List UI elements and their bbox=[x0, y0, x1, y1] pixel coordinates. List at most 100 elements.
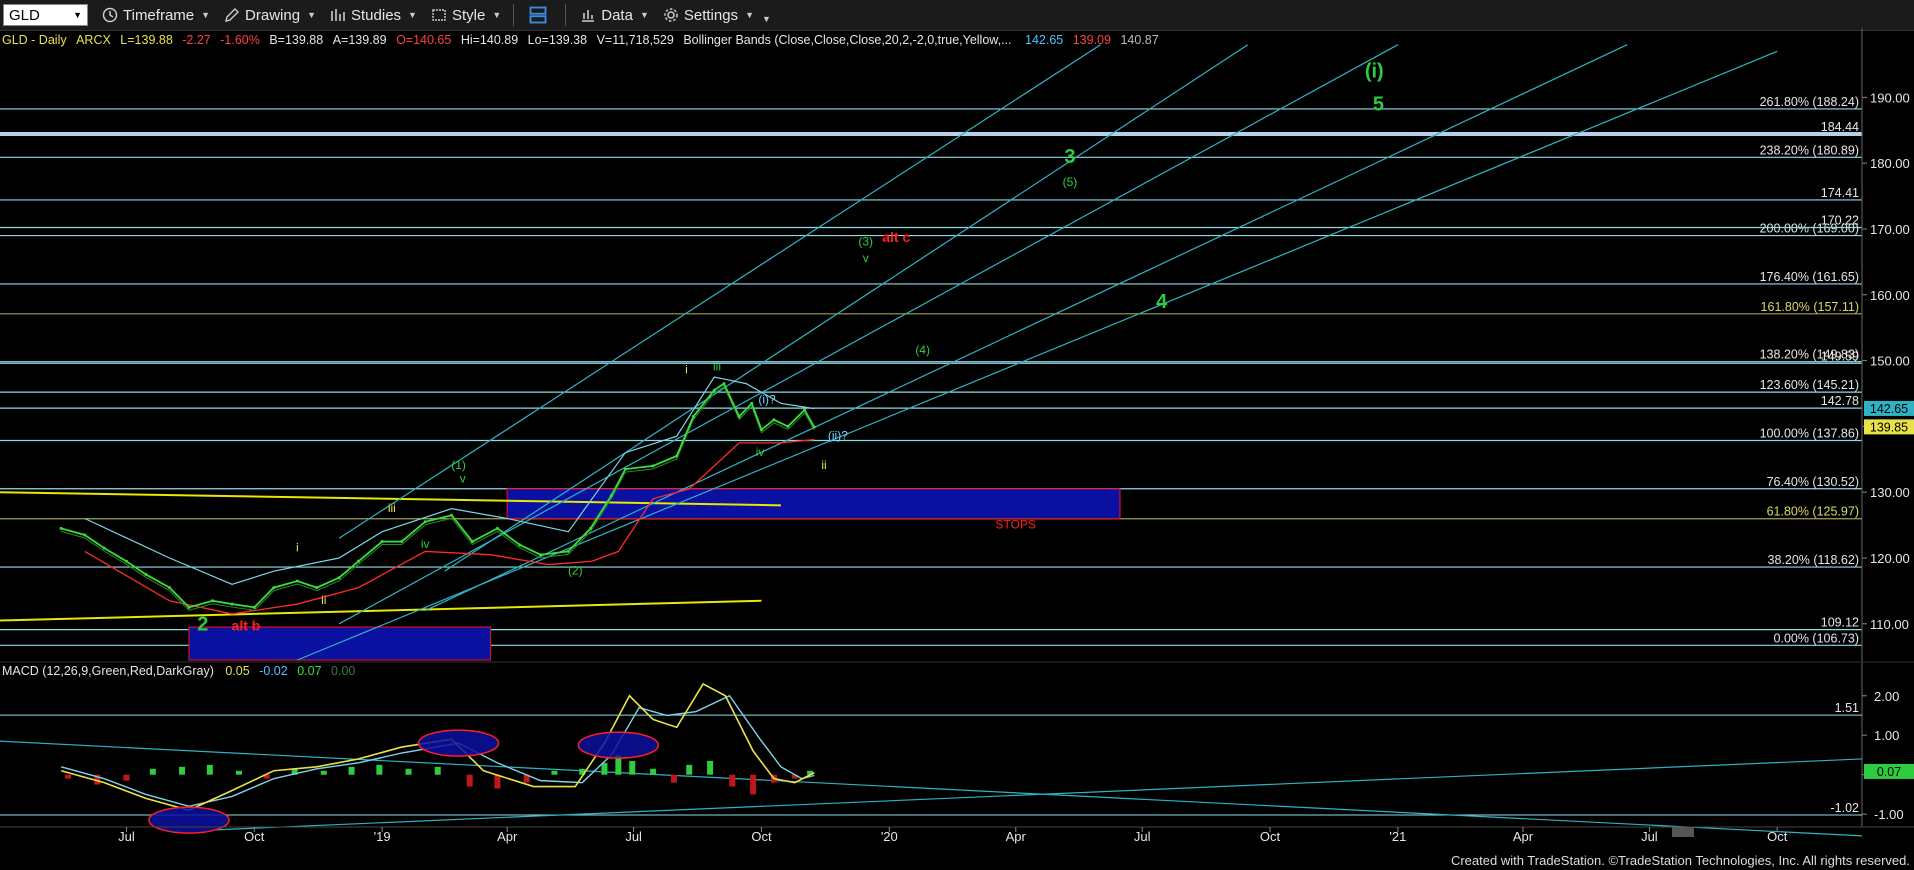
price-point bbox=[691, 415, 695, 419]
wave-label: alt b bbox=[232, 617, 261, 633]
chart-canvas[interactable]: 261.80% (188.24)238.20% (180.89)200.00% … bbox=[0, 0, 1914, 870]
wave-label: alt c bbox=[882, 229, 910, 245]
wave-label: v bbox=[863, 251, 869, 265]
x-tick-label: '21 bbox=[1389, 829, 1406, 844]
price-point bbox=[623, 467, 627, 471]
wave-label: iii bbox=[388, 501, 396, 515]
macd-histogram-bar bbox=[601, 762, 608, 775]
price-point bbox=[380, 540, 384, 544]
macd-histogram-bar bbox=[236, 770, 243, 775]
macd-trend-line bbox=[212, 758, 1863, 831]
y-tick-label: 120.00 bbox=[1870, 551, 1910, 566]
copyright-footer: Created with TradeStation. ©TradeStation… bbox=[1450, 853, 1910, 868]
price-point bbox=[59, 526, 63, 530]
macd-current-label: 0.07 bbox=[1877, 765, 1901, 779]
wave-label: STOPS bbox=[996, 517, 1036, 531]
wave-label: i bbox=[296, 540, 299, 554]
x-tick-label: Jul bbox=[1641, 829, 1658, 844]
price-point bbox=[759, 428, 763, 432]
price-point bbox=[518, 543, 522, 547]
wave-label: (1) bbox=[451, 458, 466, 472]
price-point bbox=[470, 540, 474, 544]
x-tick-label: Oct bbox=[751, 829, 772, 844]
fib-level-label: 38.20% (118.62) bbox=[1768, 553, 1860, 567]
bollinger-lower-line bbox=[84, 438, 815, 615]
price-point bbox=[187, 605, 191, 609]
price-point bbox=[539, 553, 543, 557]
fib-level-label: 176.40% (161.65) bbox=[1760, 270, 1859, 284]
macd-histogram-bar bbox=[65, 774, 72, 779]
price-level-label: 142.78 bbox=[1821, 394, 1859, 408]
wave-label: 4 bbox=[1156, 291, 1168, 313]
price-point bbox=[589, 526, 593, 530]
price-point bbox=[772, 418, 776, 422]
macd-histogram-bar bbox=[466, 774, 473, 787]
x-tick-label: '19 bbox=[374, 829, 391, 844]
macd-histogram-bar bbox=[629, 760, 636, 775]
macd-histogram-bar bbox=[729, 774, 736, 787]
price-point bbox=[812, 425, 816, 429]
macd-highlight-ellipse bbox=[577, 731, 660, 759]
wave-label: ii bbox=[821, 458, 826, 472]
wave-label: 5 bbox=[1373, 94, 1384, 116]
macd-histogram-bar bbox=[320, 770, 327, 775]
x-tick-label: Jul bbox=[1134, 829, 1151, 844]
price-point bbox=[272, 586, 276, 590]
macd-histogram-bar bbox=[750, 774, 757, 795]
wave-label: (5) bbox=[1063, 175, 1078, 189]
price-point bbox=[566, 549, 570, 553]
fib-level-label: 261.80% (188.24) bbox=[1760, 95, 1859, 109]
y-tick-label: 180.00 bbox=[1870, 156, 1910, 171]
wave-label: iv bbox=[421, 537, 430, 551]
price-point bbox=[315, 586, 319, 590]
macd-histogram-bar bbox=[650, 768, 657, 775]
wave-label: iv bbox=[756, 445, 765, 459]
scroll-thumb bbox=[1672, 827, 1694, 837]
y-tick-label: 190.00 bbox=[1870, 90, 1910, 105]
macd-histogram-bar bbox=[434, 766, 441, 775]
fib-level-label: 161.80% (157.11) bbox=[1761, 300, 1859, 314]
macd-tick-label: -1.00 bbox=[1874, 807, 1904, 822]
price-level-label: 109.12 bbox=[1821, 616, 1859, 630]
macd-histogram-bar bbox=[179, 766, 186, 775]
macd-histogram-bar bbox=[405, 768, 412, 775]
wave-label: ii bbox=[321, 593, 326, 607]
channel-line bbox=[297, 50, 1778, 661]
macd-highlight-ellipse bbox=[417, 729, 500, 757]
macd-level-label: -1.02 bbox=[1831, 801, 1860, 815]
wave-label: i bbox=[685, 363, 688, 377]
macd-histogram-bar bbox=[206, 764, 213, 775]
y-tick-label: 170.00 bbox=[1870, 222, 1910, 237]
price-point bbox=[722, 382, 726, 386]
wave-label: iii bbox=[713, 359, 721, 373]
price-point bbox=[651, 464, 655, 468]
fib-level-label: 123.60% (145.21) bbox=[1760, 378, 1859, 392]
price-point bbox=[295, 579, 299, 583]
wave-label: 2 bbox=[197, 613, 208, 635]
y-tick-label: 160.00 bbox=[1870, 288, 1910, 303]
wave-label: (ii)? bbox=[828, 429, 848, 443]
price-point bbox=[712, 388, 716, 392]
x-tick-label: Oct bbox=[244, 829, 265, 844]
price-point bbox=[609, 493, 613, 497]
macd-histogram-bar bbox=[376, 764, 383, 775]
price-point bbox=[495, 526, 499, 530]
price-point bbox=[230, 602, 234, 606]
price-point bbox=[144, 572, 148, 576]
macd-histogram-bar bbox=[494, 774, 501, 789]
x-tick-label: Oct bbox=[1260, 829, 1281, 844]
price-level-label: 170.22 bbox=[1821, 214, 1859, 228]
fib-level-label: 238.20% (180.89) bbox=[1760, 143, 1859, 157]
x-tick-label: '20 bbox=[881, 829, 898, 844]
macd-tick-label: 2.00 bbox=[1874, 689, 1899, 704]
macd-level-label: 1.51 bbox=[1835, 701, 1859, 715]
x-tick-label: Apr bbox=[1006, 829, 1027, 844]
wave-label: v bbox=[460, 471, 466, 485]
x-tick-label: Oct bbox=[1767, 829, 1788, 844]
wave-label: (2) bbox=[568, 563, 583, 577]
fib-level-label: 76.40% (130.52) bbox=[1767, 475, 1859, 489]
wave-label: (4) bbox=[915, 343, 930, 357]
price-point bbox=[252, 605, 256, 609]
macd-histogram-bar bbox=[670, 774, 677, 783]
wave-label: (i) bbox=[1365, 61, 1384, 83]
